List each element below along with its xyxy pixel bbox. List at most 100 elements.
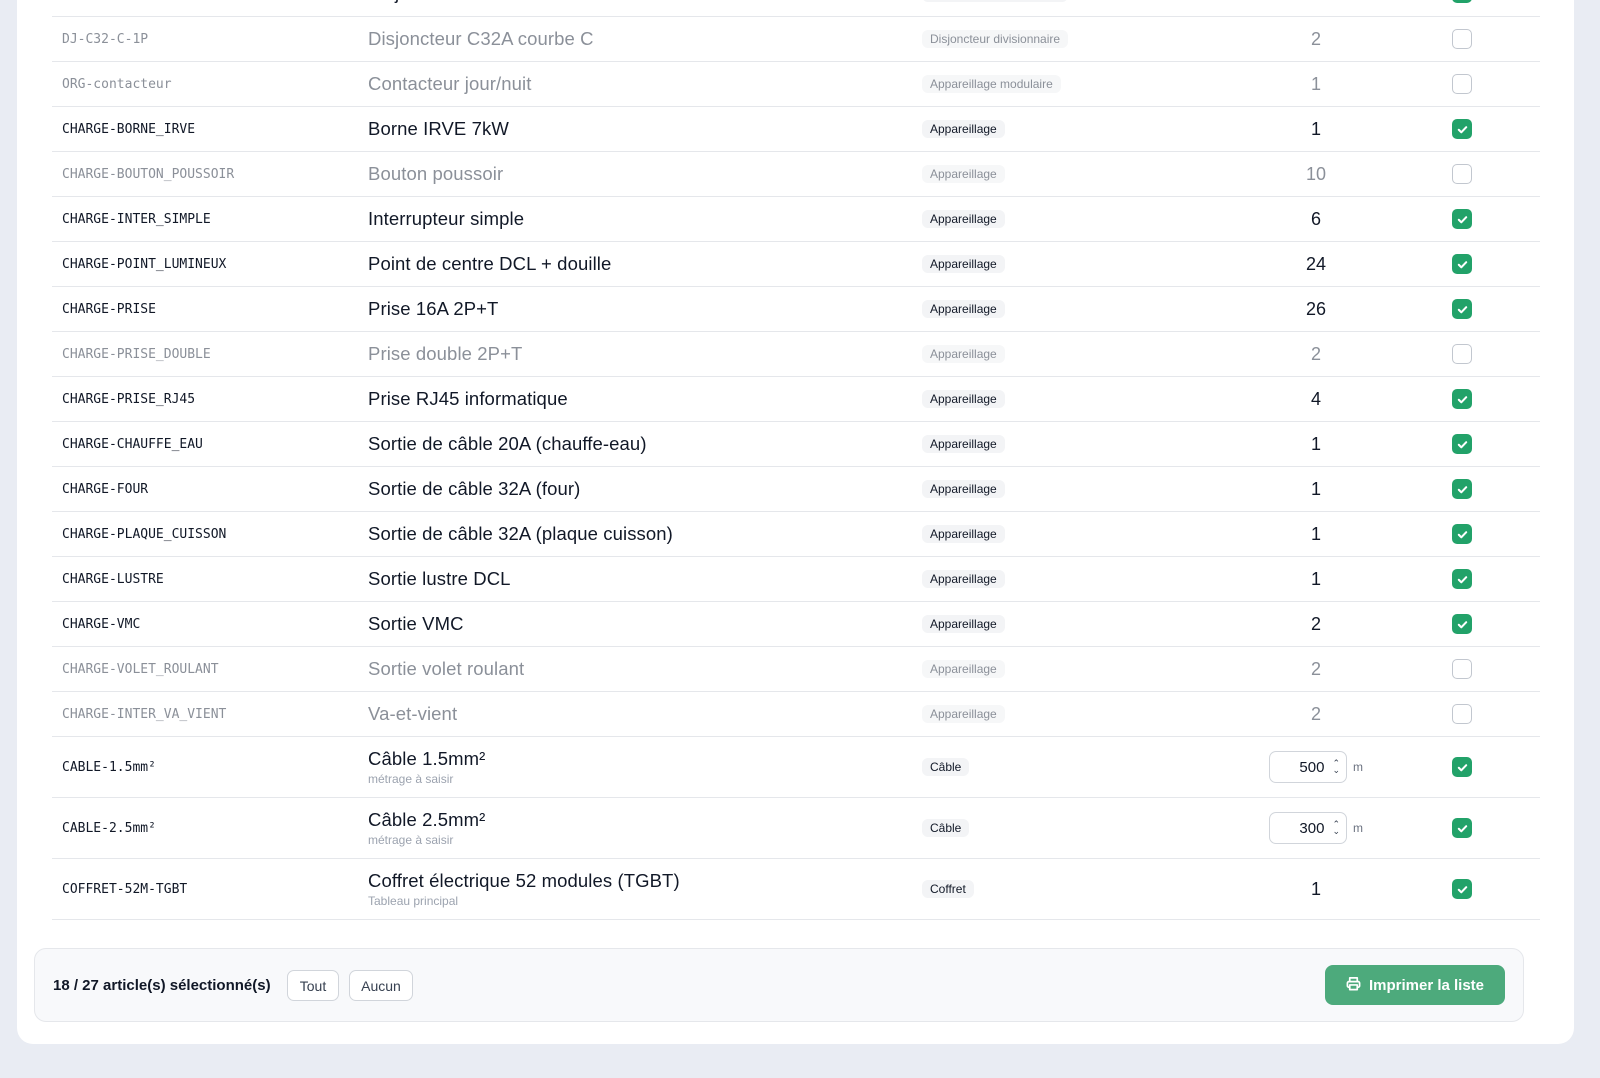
print-label: Imprimer la liste: [1368, 976, 1485, 994]
item-name: Borne IRVE 7kW: [368, 118, 509, 139]
table-row[interactable]: CHARGE-POINT_LUMINEUX Point de centre DCL…: [52, 242, 1540, 287]
checked-checkbox-icon[interactable]: [1452, 119, 1472, 139]
item-name-cell: Coffret électrique 52 modules (TGBT) Tabl…: [368, 859, 908, 919]
select-none-button[interactable]: Aucun: [349, 970, 413, 1001]
item-name: Sortie lustre DCL: [368, 568, 511, 589]
item-name-cell: Disjoncteur C32A courbe C: [368, 17, 908, 61]
checkbox-cell: [1437, 557, 1487, 601]
item-note: Tableau principal: [368, 894, 459, 908]
category-badge: Disjoncteur divisionnaire: [922, 0, 1069, 2]
checkbox-cell: [1437, 332, 1487, 376]
item-reference: CHARGE-BORNE_IRVE: [62, 121, 196, 137]
checked-checkbox-icon[interactable]: [1452, 389, 1472, 409]
unchecked-checkbox-icon[interactable]: [1452, 29, 1472, 49]
category-cell: Appareillage: [922, 692, 1222, 736]
checked-checkbox-icon[interactable]: [1452, 209, 1472, 229]
item-reference: CABLE-2.5mm²: [62, 820, 156, 836]
unchecked-checkbox-icon[interactable]: [1452, 659, 1472, 679]
table-row[interactable]: CHARGE-LUSTRE Sortie lustre DCL Appareilla…: [52, 557, 1540, 602]
length-input[interactable]: 500 ⌃ ⌄: [1269, 751, 1347, 783]
print-list-button[interactable]: Imprimer la liste: [1325, 965, 1505, 1005]
item-note: métrage à saisir: [368, 772, 454, 786]
table-row[interactable]: CHARGE-PRISE_DOUBLE Prise double 2P+T Appa…: [52, 332, 1540, 377]
table-row[interactable]: CABLE-2.5mm² Câble 2.5mm² métrage à saisir…: [52, 798, 1540, 859]
category-badge: Appareillage: [922, 660, 1005, 678]
table-row[interactable]: CHARGE-INTER_VA_VIENT Va-et-vient Appareil…: [52, 692, 1540, 737]
category-cell: Appareillage: [922, 242, 1222, 286]
category-badge: Appareillage: [922, 300, 1005, 318]
quantity-cell: 1: [1216, 859, 1416, 919]
table-row[interactable]: CHARGE-CHAUFFE_EAU Sortie de câble 20A (c…: [52, 422, 1540, 467]
unchecked-checkbox-icon[interactable]: [1452, 344, 1472, 364]
quantity-value: 1: [1310, 523, 1321, 544]
item-name: Sortie volet roulant: [368, 658, 525, 679]
unchecked-checkbox-icon[interactable]: [1452, 74, 1472, 94]
table-row[interactable]: COFFRET-52M-TGBT Coffret électrique 52 mo…: [52, 859, 1540, 920]
checked-checkbox-icon[interactable]: [1452, 818, 1472, 838]
checked-checkbox-icon[interactable]: [1452, 479, 1472, 499]
quantity-cell: 300 ⌃ ⌄ m: [1216, 798, 1416, 858]
checked-checkbox-icon[interactable]: [1452, 614, 1472, 634]
quantity-value: 26: [1305, 298, 1327, 319]
item-name: Prise 16A 2P+T: [368, 298, 499, 319]
checked-checkbox-icon[interactable]: [1452, 254, 1472, 274]
checked-checkbox-icon[interactable]: [1452, 299, 1472, 319]
item-name-cell: Sortie volet roulant: [368, 647, 908, 691]
table-row[interactable]: CHARGE-FOUR Sortie de câble 32A (four) App…: [52, 467, 1540, 512]
spinner-icon[interactable]: ⌃ ⌄: [1332, 820, 1340, 836]
category-badge: Appareillage: [922, 480, 1005, 498]
unchecked-checkbox-icon[interactable]: [1452, 704, 1472, 724]
table-row[interactable]: CHARGE-BORNE_IRVE Borne IRVE 7kW Appareill…: [52, 107, 1540, 152]
table-row[interactable]: DJ-C32-C-1P Disjoncteur C32A courbe C Disj…: [52, 17, 1540, 62]
category-badge: Câble: [922, 819, 970, 837]
spinner-icon[interactable]: ⌃ ⌄: [1332, 759, 1340, 775]
table-row[interactable]: ORG-contacteur Contacteur jour/nuit Appare…: [52, 62, 1540, 107]
quantity-value: 2: [1310, 613, 1321, 634]
checkbox-cell: [1437, 859, 1487, 919]
table-row[interactable]: CHARGE-PRISE Prise 16A 2P+T Appareillage 26: [52, 287, 1540, 332]
table-row[interactable]: CHARGE-VOLET_ROULANT Sortie volet roulant…: [52, 647, 1540, 692]
category-badge: Appareillage modulaire: [922, 75, 1061, 93]
checked-checkbox-icon[interactable]: [1452, 434, 1472, 454]
checked-checkbox-icon[interactable]: [1452, 879, 1472, 899]
category-cell: Appareillage: [922, 377, 1222, 421]
item-reference: DJ-C20-C-1P: [62, 0, 362, 16]
checked-checkbox-icon[interactable]: [1452, 757, 1472, 777]
quantity-value: 2: [1310, 343, 1321, 364]
table-row[interactable]: CHARGE-PLAQUE_CUISSON Sortie de câble 32A…: [52, 512, 1540, 557]
category-cell: Appareillage: [922, 602, 1222, 646]
checkbox-cell: [1437, 512, 1487, 556]
category-badge: Coffret: [922, 880, 974, 898]
category-cell: Appareillage: [922, 422, 1222, 466]
item-reference: CHARGE-FOUR: [62, 481, 149, 497]
quantity-value: 4: [1310, 388, 1321, 409]
quantity-value: 6: [1310, 208, 1321, 229]
unchecked-checkbox-icon[interactable]: [1452, 164, 1472, 184]
item-name-cell: Point de centre DCL + douille: [368, 242, 908, 286]
category-cell: Appareillage modulaire: [922, 62, 1222, 106]
table-row[interactable]: CHARGE-VMC Sortie VMC Appareillage 2: [52, 602, 1540, 647]
quantity-cell: 1: [1216, 422, 1416, 466]
item-note: métrage à saisir: [368, 833, 454, 847]
select-all-button[interactable]: Tout: [287, 970, 339, 1001]
checked-checkbox-icon[interactable]: [1452, 569, 1472, 589]
table-row[interactable]: CHARGE-PRISE_RJ45 Prise RJ45 informatique…: [52, 377, 1540, 422]
quantity-cell: 6: [1216, 197, 1416, 241]
quantity-value: 24: [1305, 253, 1327, 274]
quantity-cell: 1: [1216, 62, 1416, 106]
table-row[interactable]: CABLE-1.5mm² Câble 1.5mm² métrage à saisir…: [52, 737, 1540, 798]
checked-checkbox-icon[interactable]: [1452, 524, 1472, 544]
item-name-cell: Contacteur jour/nuit: [368, 62, 908, 106]
item-name-cell: Sortie de câble 20A (chauffe-eau): [368, 422, 908, 466]
category-badge: Appareillage: [922, 525, 1005, 543]
table-row[interactable]: DJ-C20-C-1P Disjoncteur C20A courbe C Disj…: [52, 0, 1540, 17]
item-name-cell: Prise double 2P+T: [368, 332, 908, 376]
category-badge: Appareillage: [922, 120, 1005, 138]
table-row[interactable]: CHARGE-INTER_SIMPLE Interrupteur simple Ap…: [52, 197, 1540, 242]
table-row[interactable]: CHARGE-BOUTON_POUSSOIR Bouton poussoir App…: [52, 152, 1540, 197]
category-cell: Appareillage: [922, 467, 1222, 511]
length-input[interactable]: 300 ⌃ ⌄: [1269, 812, 1347, 844]
checked-checkbox-icon[interactable]: [1452, 0, 1472, 3]
item-reference: ORG-contacteur: [62, 76, 172, 92]
category-cell: Disjoncteur divisionnaire: [922, 0, 1222, 16]
